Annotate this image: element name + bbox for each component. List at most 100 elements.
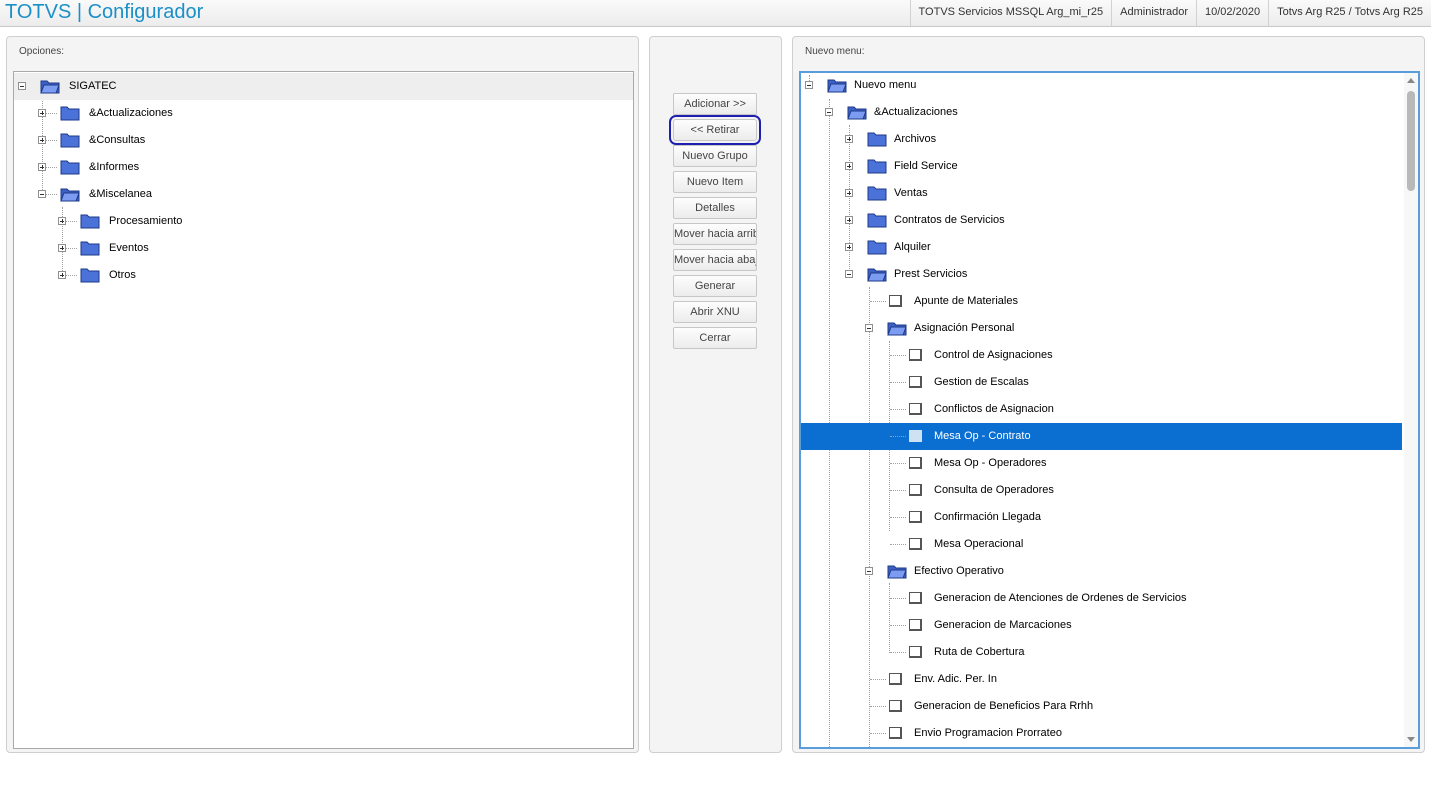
tree-node[interactable]: Apunte de Materiales	[801, 288, 1418, 315]
tree-node[interactable]: Generacion de Beneficios Para Rrhh	[801, 693, 1418, 720]
collapse-icon[interactable]	[805, 81, 813, 89]
expand-icon[interactable]	[38, 109, 46, 117]
tree-node[interactable]: Envio Programacion Prorrateo	[801, 720, 1418, 747]
document-icon	[909, 376, 922, 388]
new-item-button[interactable]: Nuevo Item	[673, 171, 757, 193]
folder-icon	[867, 213, 887, 228]
tree-node[interactable]: &Actualizaciones	[14, 100, 633, 127]
tree-node-label: Mesa Op - Contrato	[934, 430, 1031, 442]
tree-node[interactable]: &Miscelanea	[14, 181, 633, 208]
move-down-button[interactable]: Mover hacia abajo	[673, 249, 757, 271]
close-button[interactable]: Cerrar	[673, 327, 757, 349]
new-group-button[interactable]: Nuevo Grupo	[673, 145, 757, 167]
remove-button[interactable]: << Retirar	[669, 115, 761, 145]
collapse-icon[interactable]	[865, 567, 873, 575]
tree-node[interactable]: Conflictos de Asignacion	[801, 396, 1418, 423]
user-name: Administrador	[1111, 0, 1196, 26]
tree-node[interactable]: &Consultas	[14, 127, 633, 154]
folder-open-icon	[40, 80, 60, 94]
folder-open-icon	[60, 188, 80, 202]
tree-node-label: Archivos	[894, 133, 937, 145]
expand-icon[interactable]	[58, 244, 66, 252]
tree-node-label: Alquiler	[894, 241, 931, 253]
tree-node[interactable]: Confirmación Llegada	[801, 504, 1418, 531]
expand-icon[interactable]	[845, 216, 853, 224]
tree-node[interactable]: Ruta de Cobertura	[801, 639, 1418, 666]
expand-icon[interactable]	[845, 243, 853, 251]
tree-node[interactable]: Consulta de Operadores	[801, 477, 1418, 504]
expand-icon[interactable]	[38, 136, 46, 144]
document-icon	[909, 511, 922, 523]
tree-node[interactable]: &Actualizaciones	[801, 99, 1418, 126]
tree-node[interactable]: Procesamiento	[14, 208, 633, 235]
title-bar: TOTVS | Configurador TOTVS Servicios MSS…	[0, 0, 1431, 27]
options-panel-title: Opciones:	[19, 46, 65, 57]
tree-node[interactable]: Asignación Personal	[801, 315, 1418, 342]
expand-icon[interactable]	[845, 189, 853, 197]
tree-node-label: Gestion de Escalas	[934, 376, 1029, 388]
collapse-icon[interactable]	[845, 270, 853, 278]
tree-node[interactable]: Mesa Operacional	[801, 531, 1418, 558]
tree-node-selected[interactable]: Mesa Op - Contrato	[801, 423, 1402, 450]
tree-node-label: Generacion de Atenciones de Ordenes de S…	[934, 592, 1187, 604]
folder-open-icon	[827, 79, 847, 93]
tree-node[interactable]: Prest Servicios	[801, 261, 1418, 288]
tree-node-root[interactable]: SIGATEC	[14, 73, 633, 100]
tree-node[interactable]: Gestion de Escalas	[801, 369, 1418, 396]
session-info: TOTVS Servicios MSSQL Arg_mi_r25 Adminis…	[909, 0, 1431, 26]
tree-node[interactable]: Env. Adic. Per. In	[801, 666, 1418, 693]
new-menu-tree[interactable]: Nuevo menu &Actualizaciones Archivos Fie…	[799, 71, 1420, 749]
move-up-button[interactable]: Mover hacia arriba	[673, 223, 757, 245]
collapse-icon[interactable]	[18, 82, 26, 90]
tree-node-label: &Miscelanea	[89, 188, 152, 200]
tree-node[interactable]: &Informes	[14, 154, 633, 181]
expand-icon[interactable]	[845, 135, 853, 143]
folder-icon	[867, 240, 887, 255]
tree-node-label: Efectivo Operativo	[914, 565, 1004, 577]
tree-node[interactable]: Control de Asignaciones	[801, 342, 1418, 369]
folder-open-icon	[867, 268, 887, 282]
folder-icon	[60, 106, 80, 121]
actions-panel: Adicionar >> << Retirar Nuevo Grupo Nuev…	[649, 36, 782, 753]
tree-node[interactable]: Field Service	[801, 153, 1418, 180]
tree-node[interactable]: Otros	[14, 262, 633, 289]
tree-node[interactable]: Generacion de Atenciones de Ordenes de S…	[801, 585, 1418, 612]
expand-icon[interactable]	[38, 163, 46, 171]
tree-node-label: Prest Servicios	[894, 268, 968, 280]
tree-node[interactable]: Archivos	[801, 126, 1418, 153]
generate-button[interactable]: Generar	[673, 275, 757, 297]
expand-icon[interactable]	[58, 271, 66, 279]
add-button[interactable]: Adicionar >>	[673, 93, 757, 115]
options-panel: Opciones: SIGATEC &Actualizaciones &Cons…	[6, 36, 639, 753]
tree-node-root[interactable]: Nuevo menu	[801, 73, 1418, 99]
document-icon	[909, 457, 922, 469]
folder-icon	[867, 159, 887, 174]
tree-node[interactable]: Generacion de Marcaciones	[801, 612, 1418, 639]
tree-node[interactable]: Ventas	[801, 180, 1418, 207]
document-icon	[909, 484, 922, 496]
tree-node[interactable]: Eventos	[14, 235, 633, 262]
tree-node[interactable]: Alquiler	[801, 234, 1418, 261]
tree-node[interactable]: Contratos de Servicios	[801, 207, 1418, 234]
new-menu-panel-title: Nuevo menu:	[805, 46, 865, 57]
options-tree[interactable]: SIGATEC &Actualizaciones &Consultas &Inf…	[13, 71, 634, 749]
tree-node-label: Envio Programacion Prorrateo	[914, 727, 1062, 739]
open-xnu-button[interactable]: Abrir XNU	[673, 301, 757, 323]
collapse-icon[interactable]	[825, 108, 833, 116]
document-icon	[909, 592, 922, 604]
tree-node-label: Mesa Operacional	[934, 538, 1024, 550]
collapse-icon[interactable]	[38, 190, 46, 198]
collapse-icon[interactable]	[865, 324, 873, 332]
details-button[interactable]: Detalles	[673, 197, 757, 219]
document-icon	[909, 538, 922, 550]
tree-node[interactable]: Mesa Op - Operadores	[801, 450, 1418, 477]
expand-icon[interactable]	[58, 217, 66, 225]
tree-node-label: Confirmación Llegada	[934, 511, 1042, 523]
tree-node[interactable]: Efectivo Operativo	[801, 558, 1418, 585]
expand-icon[interactable]	[845, 162, 853, 170]
folder-icon	[867, 186, 887, 201]
folder-icon	[80, 214, 100, 229]
tree-node-label: Ruta de Cobertura	[934, 646, 1025, 658]
tree-node-label: &Informes	[89, 161, 140, 173]
document-icon	[889, 295, 902, 307]
